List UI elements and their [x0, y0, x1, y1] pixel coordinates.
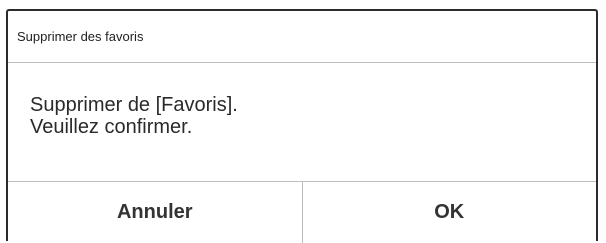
ok-button[interactable]: OK: [303, 182, 597, 243]
confirm-dialog: Supprimer des favoris Supprimer de [Favo…: [6, 9, 598, 243]
dialog-button-row: Annuler OK: [8, 182, 596, 243]
message-line-2: Veuillez confirmer.: [30, 116, 193, 138]
dialog-title: Supprimer des favoris: [17, 29, 144, 44]
dialog-message: Supprimer de [Favoris]. Veuillez confirm…: [8, 63, 596, 182]
dialog-title-bar: Supprimer des favoris: [8, 11, 596, 63]
cancel-button[interactable]: Annuler: [8, 182, 303, 243]
message-line-1: Supprimer de [Favoris].: [30, 94, 238, 116]
